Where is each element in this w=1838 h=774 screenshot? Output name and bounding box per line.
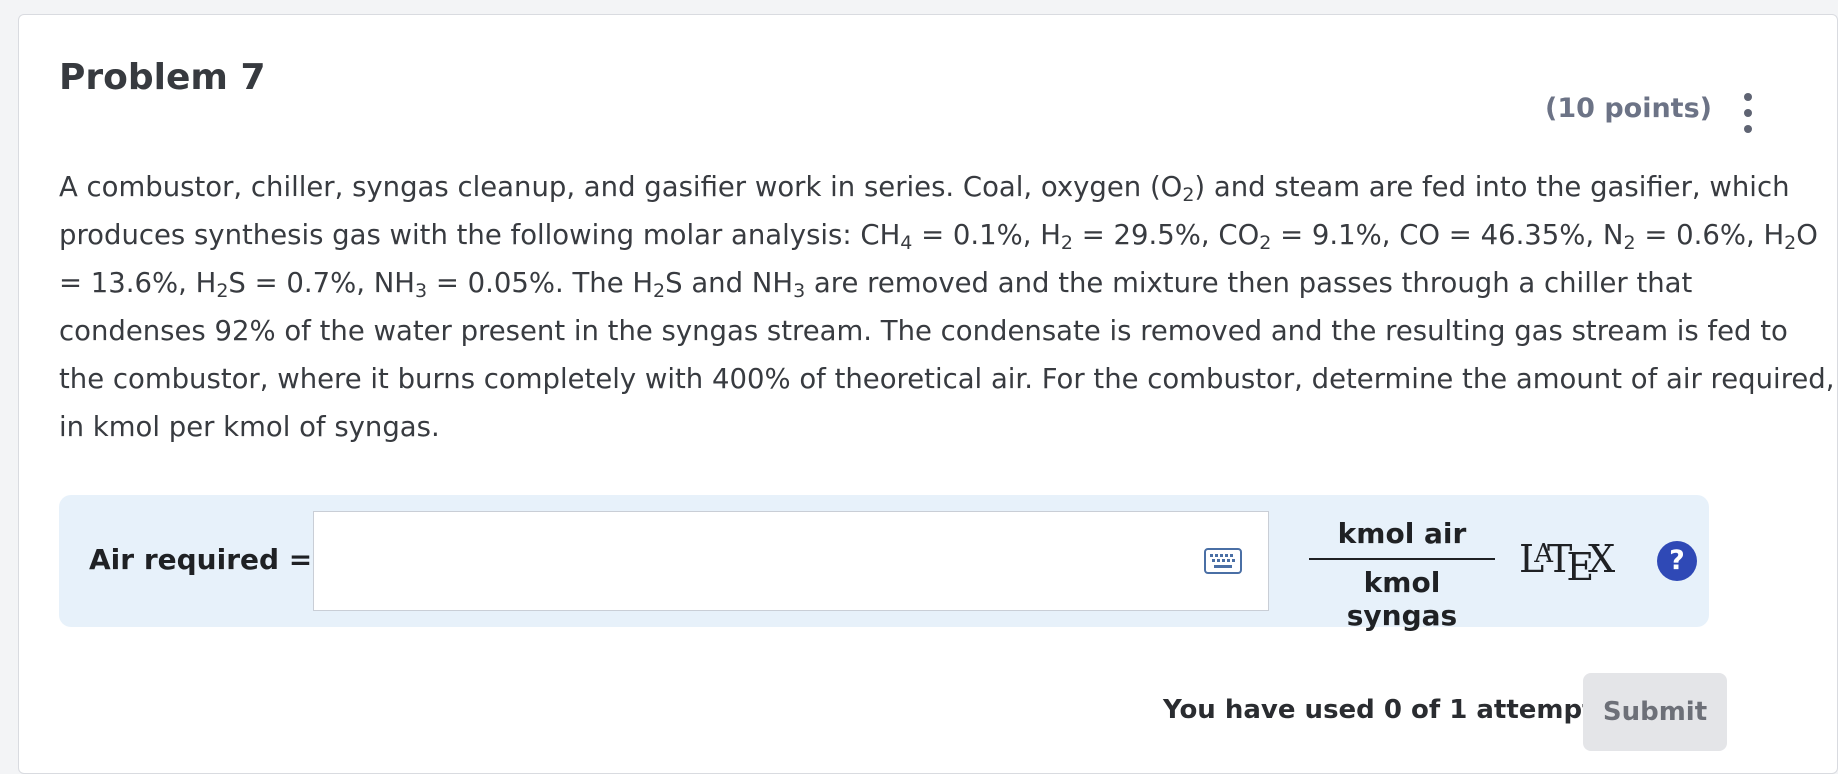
help-icon[interactable]: ? [1657,541,1697,581]
attempts-text: You have used 0 of 1 attempt [1163,695,1595,725]
menu-dot [1744,109,1752,117]
menu-dot [1744,125,1752,133]
latex-logo[interactable]: LATEX [1519,537,1615,589]
problem-statement: A combustor, chiller, syngas cleanup, an… [59,171,1835,443]
points-label: (10 points) [1545,93,1712,124]
menu-dot [1744,93,1752,101]
answer-unit: kmol air kmol syngas [1309,517,1495,632]
unit-numerator: kmol air [1309,517,1495,560]
problem-card: Problem 7 (10 points) A combustor, chill… [18,14,1838,774]
kebab-menu-icon[interactable] [1739,93,1757,133]
submit-button[interactable]: Submit [1583,673,1727,751]
answer-panel: Air required = kmol air kmol syngas LATE… [59,495,1709,632]
answer-input[interactable] [313,511,1269,611]
keyboard-icon[interactable] [1204,548,1242,574]
answer-label: Air required = [89,543,313,576]
problem-title: Problem 7 [59,57,266,98]
unit-denominator: kmol syngas [1346,566,1458,632]
